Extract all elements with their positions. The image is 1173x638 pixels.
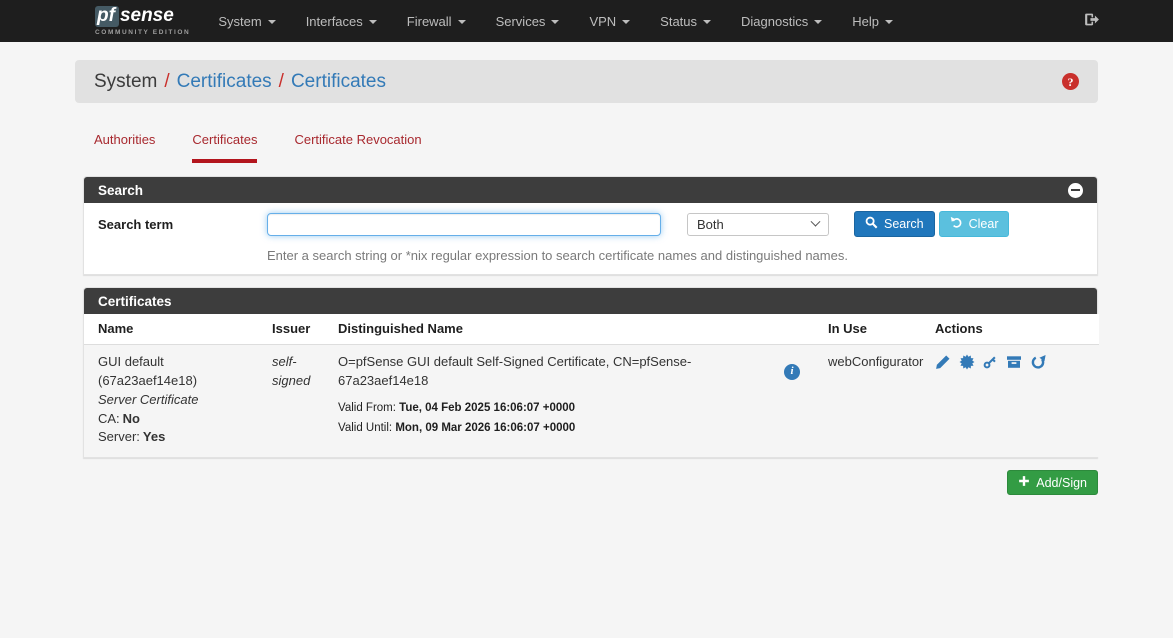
menu-diagnostics-label: Diagnostics xyxy=(741,14,808,29)
valid-from-line: Valid From: Tue, 04 Feb 2025 16:06:07 +0… xyxy=(338,398,800,418)
tab-certificates[interactable]: Certificates xyxy=(192,130,257,163)
minus-circle-icon[interactable] xyxy=(1068,183,1083,198)
column-header-in-use: In Use xyxy=(814,314,921,345)
tab-certificate-revocation[interactable]: Certificate Revocation xyxy=(294,130,421,163)
key-icon[interactable] xyxy=(982,354,999,371)
caret-down-icon xyxy=(551,20,559,24)
search-scope-select[interactable]: Both xyxy=(687,213,829,236)
table-header-row: Name Issuer Distinguished Name In Use Ac… xyxy=(84,314,1099,345)
sign-out-icon xyxy=(1083,11,1100,31)
menu-diagnostics[interactable]: Diagnostics xyxy=(726,0,837,42)
certificates-table: Name Issuer Distinguished Name In Use Ac… xyxy=(84,314,1099,457)
logout-button[interactable] xyxy=(1083,11,1100,31)
column-header-issuer: Issuer xyxy=(258,314,324,345)
menu-status[interactable]: Status xyxy=(645,0,726,42)
caret-down-icon xyxy=(369,20,377,24)
column-header-distinguished-name: Distinguished Name xyxy=(324,314,814,345)
certificate-row: GUI default (67a23aef14e18) Server Certi… xyxy=(84,345,1099,458)
caret-down-icon xyxy=(885,20,893,24)
menu-system[interactable]: System xyxy=(203,0,290,42)
caret-down-icon xyxy=(814,20,822,24)
page-header-bar: System / Certificates / Certificates ? xyxy=(75,60,1098,103)
menu-firewall-label: Firewall xyxy=(407,14,452,29)
clear-button-label: Clear xyxy=(969,217,999,231)
cell-in-use: webConfigurator xyxy=(814,345,921,458)
pfsense-logo[interactable]: pfsense COMMUNITY EDITION xyxy=(95,6,190,36)
menu-interfaces[interactable]: Interfaces xyxy=(291,0,392,42)
renew-icon[interactable] xyxy=(1030,354,1047,371)
cell-distinguished-name: O=pfSense GUI default Self-Signed Certif… xyxy=(324,345,814,458)
certificates-panel-header: Certificates xyxy=(84,288,1097,314)
certificates-panel-title: Certificates xyxy=(98,294,172,309)
menu-interfaces-label: Interfaces xyxy=(306,14,363,29)
distinguished-name-text: O=pfSense GUI default Self-Signed Certif… xyxy=(338,353,774,391)
caret-down-icon xyxy=(703,20,711,24)
logo-sense-text: sense xyxy=(120,6,174,26)
cell-actions xyxy=(921,345,1099,458)
search-scope-value: Both xyxy=(697,217,724,232)
valid-until-line: Valid Until: Mon, 09 Mar 2026 16:06:07 +… xyxy=(338,418,800,438)
clear-button[interactable]: Clear xyxy=(939,211,1010,237)
pencil-icon[interactable] xyxy=(935,354,952,371)
search-panel-title: Search xyxy=(98,183,143,198)
breadcrumb-separator: / xyxy=(279,71,284,92)
menu-system-label: System xyxy=(218,14,261,29)
breadcrumb-separator: / xyxy=(164,71,169,92)
search-term-label: Search term xyxy=(98,217,267,232)
menu-services-label: Services xyxy=(496,14,546,29)
search-panel-body: Search term Both Search Clear Enter a se… xyxy=(84,203,1097,274)
top-navbar: pfsense COMMUNITY EDITION System Interfa… xyxy=(0,0,1173,42)
logo-pf-badge: pf xyxy=(95,6,119,27)
certificate-description: Server Certificate xyxy=(98,391,244,410)
page-tabs: Authorities Certificates Certificate Rev… xyxy=(94,130,1098,163)
plus-icon xyxy=(1018,475,1030,490)
certificate-server-flag: Server:Yes xyxy=(98,428,244,447)
certificates-panel: Certificates Name Issuer Distinguished N… xyxy=(83,287,1098,458)
pfsense-logo-text: pfsense xyxy=(95,6,190,27)
add-sign-button[interactable]: Add/Sign xyxy=(1007,470,1098,495)
search-help-text: Enter a search string or *nix regular ex… xyxy=(267,248,1083,263)
cell-name: GUI default (67a23aef14e18) Server Certi… xyxy=(84,345,258,458)
search-input[interactable] xyxy=(267,213,661,236)
logo-tagline: COMMUNITY EDITION xyxy=(95,29,190,36)
breadcrumb: System / Certificates / Certificates xyxy=(94,71,386,93)
add-sign-button-label: Add/Sign xyxy=(1036,476,1087,490)
menu-services[interactable]: Services xyxy=(481,0,575,42)
column-header-name: Name xyxy=(84,314,258,345)
search-button-label: Search xyxy=(884,217,924,231)
menu-help-label: Help xyxy=(852,14,879,29)
search-panel: Search Search term Both Search Clear xyxy=(83,176,1098,275)
search-button[interactable]: Search xyxy=(854,211,935,237)
column-header-actions: Actions xyxy=(921,314,1099,345)
menu-firewall[interactable]: Firewall xyxy=(392,0,481,42)
menu-status-label: Status xyxy=(660,14,697,29)
certificate-seal-icon[interactable] xyxy=(959,354,976,371)
cell-issuer: self-signed xyxy=(258,345,324,458)
caret-down-icon xyxy=(458,20,466,24)
menu-help[interactable]: Help xyxy=(837,0,908,42)
menu-vpn-label: VPN xyxy=(589,14,616,29)
question-circle-icon[interactable]: ? xyxy=(1062,73,1079,90)
chevron-down-icon xyxy=(811,216,821,226)
undo-icon xyxy=(950,216,963,232)
caret-down-icon xyxy=(622,20,630,24)
breadcrumb-link-certificates-page[interactable]: Certificates xyxy=(291,71,386,92)
info-circle-icon[interactable]: i xyxy=(784,364,800,380)
certificate-ca-flag: CA:No xyxy=(98,410,244,429)
breadcrumb-link-certificates[interactable]: Certificates xyxy=(177,71,272,92)
main-menu: System Interfaces Firewall Services VPN … xyxy=(203,0,908,42)
certificate-name: GUI default (67a23aef14e18) xyxy=(98,353,244,391)
archive-icon[interactable] xyxy=(1006,354,1023,371)
breadcrumb-section: System xyxy=(94,71,157,92)
caret-down-icon xyxy=(268,20,276,24)
search-icon xyxy=(865,216,878,232)
menu-vpn[interactable]: VPN xyxy=(574,0,645,42)
footer-actions: Add/Sign xyxy=(83,470,1098,495)
tab-authorities[interactable]: Authorities xyxy=(94,130,155,163)
search-panel-header: Search xyxy=(84,177,1097,203)
